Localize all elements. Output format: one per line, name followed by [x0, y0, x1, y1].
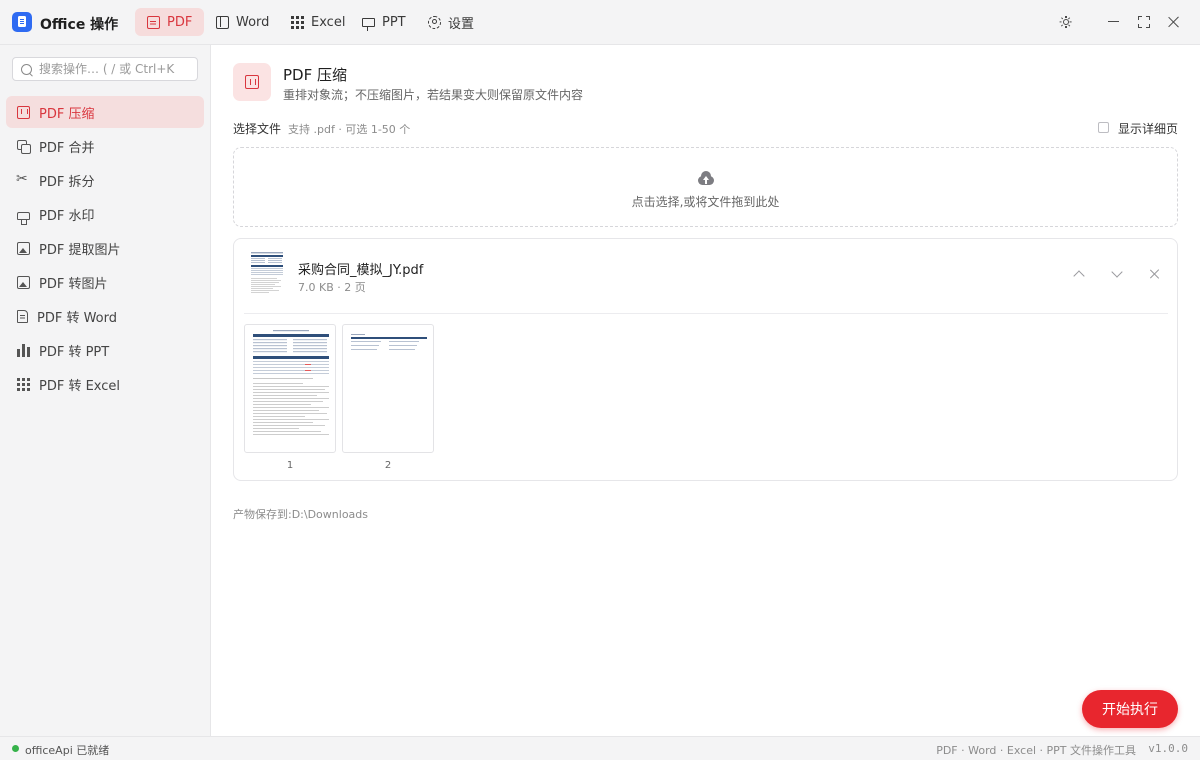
search-input[interactable]: [39, 62, 197, 76]
sidebar-item-label: PDF 压缩: [39, 106, 95, 122]
detail-pages-checkbox[interactable]: [1098, 122, 1109, 133]
file-dropzone[interactable]: 点击选择,或将文件拖到此处: [233, 147, 1178, 227]
sidebar-item-label: PDF 提取图片: [39, 242, 121, 258]
main-panel: PDF 压缩 重排对象流；不压缩图片，若结果变大则保留原文件内容 选择文件 支持…: [212, 46, 1200, 736]
page-title: PDF 压缩: [283, 66, 347, 84]
sidebar-item-pdf-split[interactable]: PDF 拆分: [6, 164, 204, 196]
status-text: officeApi 已就绪: [25, 744, 110, 757]
cloud-upload-icon: [696, 170, 716, 186]
gear-icon: [428, 15, 441, 29]
page-number: 2: [384, 460, 392, 471]
sidebar-item-label: PDF 转 PPT: [39, 344, 110, 360]
merge-icon: [17, 139, 31, 154]
grid-icon: [17, 377, 30, 391]
chevron-up-icon[interactable]: [1072, 267, 1086, 281]
sidebar-item-label: PDF 合并: [39, 140, 95, 156]
document-icon: [147, 15, 160, 29]
tab-settings[interactable]: 设置: [416, 8, 486, 36]
sidebar-item-label: PDF 转 Word: [37, 310, 118, 326]
sidebar-item-pdf-to-image[interactable]: PDF 转图片: [6, 266, 204, 298]
save-path: 产物保存到:D:\Downloads: [233, 508, 368, 521]
sidebar-item-label: PDF 转 Excel: [39, 378, 121, 394]
minimize-icon[interactable]: [1108, 21, 1119, 23]
search-box[interactable]: [12, 57, 198, 81]
page-number: 1: [286, 460, 294, 471]
remove-file-icon[interactable]: [1148, 267, 1162, 281]
status-bar: officeApi 已就绪 PDF · Word · Excel · PPT 文…: [0, 736, 1200, 760]
status-indicator-icon: [12, 745, 19, 752]
scissors-icon: [16, 171, 30, 187]
detail-pages-label[interactable]: 显示详细页: [1118, 120, 1178, 137]
tab-word[interactable]: Word: [204, 8, 281, 36]
theme-toggle-icon[interactable]: [1059, 16, 1072, 28]
file-card: 采购合同_模拟_JY.pdf 7.0 KB · 2 页 1 2: [233, 238, 1178, 481]
file-section-label: 选择文件: [233, 122, 282, 136]
file-meta: 7.0 KB · 2 页: [298, 281, 366, 294]
compress-icon: [17, 105, 30, 119]
tab-ppt[interactable]: PPT: [350, 8, 418, 36]
page-thumbnail[interactable]: [244, 324, 336, 453]
app-title: Office 操作: [40, 17, 119, 33]
sidebar-item-label: PDF 水印: [39, 208, 95, 224]
tab-label: 设置: [448, 16, 475, 32]
image-icon: [17, 241, 30, 255]
tab-excel[interactable]: Excel: [279, 8, 357, 36]
search-icon: [21, 63, 32, 75]
tab-label: PDF: [167, 14, 193, 30]
app-logo-icon: [12, 12, 32, 32]
status-description: PDF · Word · Excel · PPT 文件操作工具: [936, 744, 1136, 757]
maximize-icon[interactable]: [1138, 16, 1150, 28]
word-file-icon: [17, 309, 28, 323]
page-thumbnail[interactable]: [342, 324, 434, 453]
dropzone-text: 点击选择,或将文件拖到此处: [631, 195, 780, 209]
sidebar-item-pdf-to-ppt[interactable]: PDF 转 PPT: [6, 334, 204, 366]
title-bar: Office 操作 PDF Word Excel PPT 设置: [0, 0, 1200, 45]
file-thumbnail: [248, 249, 286, 301]
sidebar-item-pdf-extract-images[interactable]: PDF 提取图片: [6, 232, 204, 264]
close-icon[interactable]: [1167, 15, 1181, 29]
sidebar-item-label: PDF 拆分: [39, 174, 95, 190]
run-button[interactable]: 开始执行: [1082, 690, 1178, 728]
tab-label: Word: [236, 14, 270, 30]
sidebar: PDF 压缩 PDF 合并 PDF 拆分 PDF 水印 PDF 提取图片 PDF…: [0, 45, 211, 736]
book-icon: [216, 15, 229, 29]
sidebar-item-label: PDF 转图片: [39, 276, 108, 292]
compress-icon: [233, 63, 271, 101]
chevron-down-icon[interactable]: [1110, 267, 1124, 281]
tab-pdf[interactable]: PDF: [135, 8, 205, 36]
sidebar-item-pdf-to-excel[interactable]: PDF 转 Excel: [6, 368, 204, 400]
image-icon: [17, 275, 30, 289]
app-version: v1.0.0: [1148, 742, 1188, 755]
grid-icon: [291, 15, 304, 29]
sidebar-item-pdf-merge[interactable]: PDF 合并: [6, 130, 204, 162]
page-subtitle: 重排对象流；不压缩图片，若结果变大则保留原文件内容: [283, 88, 584, 102]
tab-label: PPT: [382, 14, 406, 30]
sidebar-item-pdf-watermark[interactable]: PDF 水印: [6, 198, 204, 230]
bar-chart-icon: [17, 343, 30, 357]
file-section-hint: 支持 .pdf · 可选 1-50 个: [288, 123, 411, 136]
sidebar-item-pdf-to-word[interactable]: PDF 转 Word: [6, 300, 204, 332]
file-name: 采购合同_模拟_JY.pdf: [298, 263, 424, 278]
stamp-icon: [17, 212, 30, 225]
card-divider: [244, 313, 1168, 314]
sidebar-item-pdf-compress[interactable]: PDF 压缩: [6, 96, 204, 128]
tab-label: Excel: [311, 14, 346, 30]
presentation-icon: [362, 17, 375, 31]
